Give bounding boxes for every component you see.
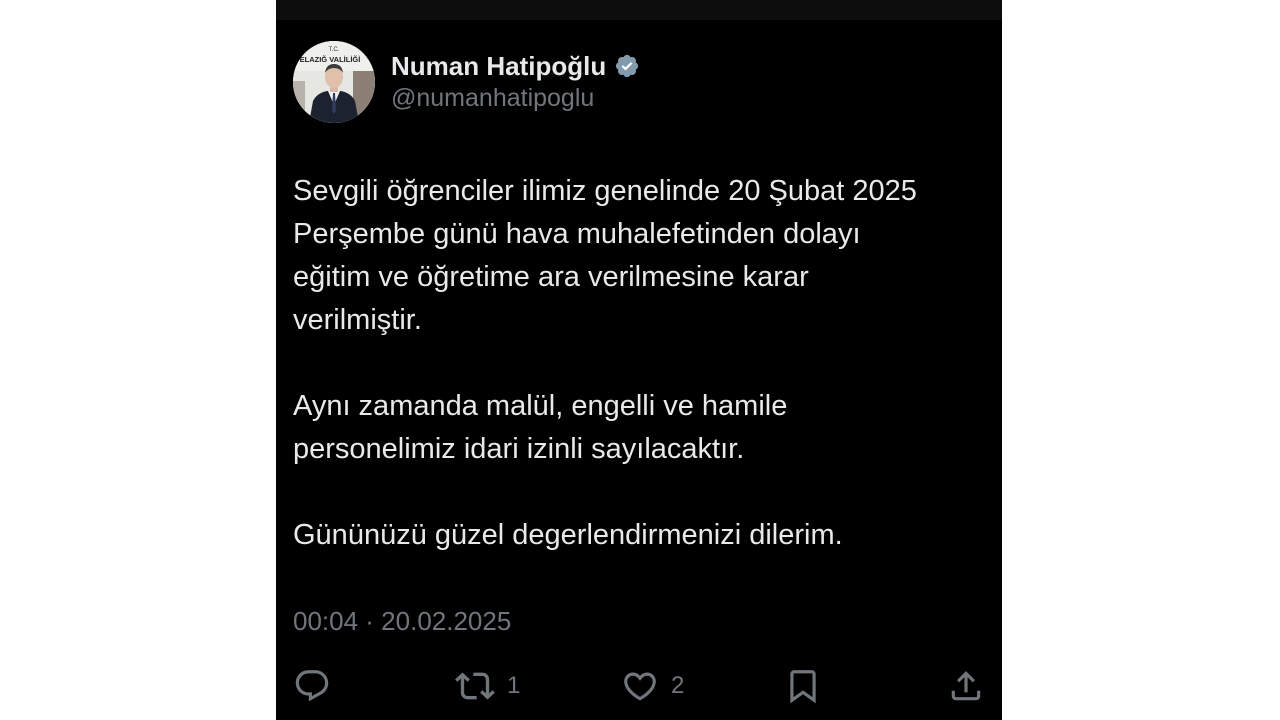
like-button[interactable]: 2 [621,666,684,706]
author-name-row[interactable]: Numan Hatipoğlu [391,50,640,82]
like-count: 2 [671,672,685,699]
author-handle[interactable]: @numanhatipoglu [391,84,594,113]
bookmark-icon [784,667,822,705]
tweet-timestamp[interactable]: 00:04 · 20.02.2025 [293,606,511,637]
avatar[interactable]: T.C. ELAZIĞ VALİLİĞİ [293,41,375,123]
tweet-text: Sevgili öğrenciler ilimiz genelinde 20 Ş… [293,170,993,557]
share-icon [947,667,985,705]
verified-badge-icon [614,53,640,79]
avatar-sign-line1: T.C. [329,47,340,53]
reply-button[interactable] [293,666,331,706]
tweet-paragraph-2: Aynı zamanda malül, engelli ve hamile pe… [293,390,788,465]
reply-icon [293,667,331,705]
top-bar [276,0,1002,20]
tweet-paragraph-1: Sevgili öğrenciler ilimiz genelinde 20 Ş… [293,175,917,336]
page: T.C. ELAZIĞ VALİLİĞİ Numan Hatipoğlu @nu… [0,0,1280,720]
tweet-paragraph-3: Gününüzü güzel degerlendirmenizi dilerim… [293,519,843,551]
author-display-name[interactable]: Numan Hatipoğlu [391,51,606,82]
retweet-count: 1 [507,672,521,699]
bookmark-button[interactable] [784,666,822,706]
avatar-sign-line2: ELAZIĞ VALİLİĞİ [300,55,361,64]
retweet-icon [455,666,495,706]
retweet-button[interactable]: 1 [455,666,520,706]
heart-icon [621,667,659,705]
action-bar: 1 2 [276,666,1002,710]
tweet-panel: T.C. ELAZIĞ VALİLİĞİ Numan Hatipoğlu @nu… [276,0,1002,720]
share-button[interactable] [947,666,985,706]
avatar-photo: T.C. ELAZIĞ VALİLİĞİ [293,41,375,123]
